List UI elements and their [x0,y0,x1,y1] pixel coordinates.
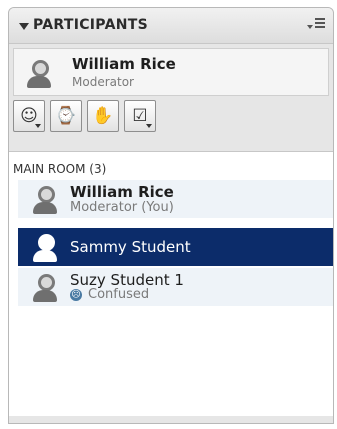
smiley-status-button[interactable]: ☺ [13,100,45,132]
user-away-icon: ⌚ [55,106,77,126]
participants-panel: PARTICIPANTS William Rice Moderator ☺ ⌚ … [8,7,334,424]
panel-header: PARTICIPANTS [9,8,333,44]
raise-hand-icon: ✋ [92,106,114,126]
avatar-icon [33,186,57,214]
participant-name: Sammy Student [70,238,191,256]
avatar-icon [33,274,57,302]
current-user-name: William Rice [72,55,176,73]
participant-row-suzy-student-1[interactable]: Suzy Student 1 ☹ Confused [18,268,333,306]
checkbox-menu-button[interactable]: ☑ [124,100,156,132]
collapse-caret-icon[interactable] [19,23,29,30]
participant-list: MAIN ROOM (3) William Rice Moderator (Yo… [9,151,333,417]
smiley-status-icon: ☺ [20,106,38,126]
current-user-role: Moderator [72,75,134,89]
panel-options-menu-icon[interactable] [307,18,325,32]
avatar-icon [33,234,57,262]
step-away-button[interactable]: ⌚ [50,100,82,132]
participant-role: Moderator (You) [70,200,174,215]
raise-hand-button[interactable]: ✋ [87,100,119,132]
panel-footer [9,416,333,423]
current-user-card: William Rice Moderator [13,48,329,96]
confused-face-icon: ☹ [70,289,82,301]
checkbox-menu-icon: ☑ [132,106,148,126]
room-label: MAIN ROOM (3) [13,162,107,176]
participant-status: Confused [88,287,150,302]
participant-row-sammy-student[interactable]: Sammy Student [18,228,333,266]
participant-name: William Rice [70,183,174,201]
avatar-icon [27,60,51,88]
participant-row-william-rice[interactable]: William Rice Moderator (You) [18,180,333,218]
panel-title: PARTICIPANTS [33,17,148,33]
